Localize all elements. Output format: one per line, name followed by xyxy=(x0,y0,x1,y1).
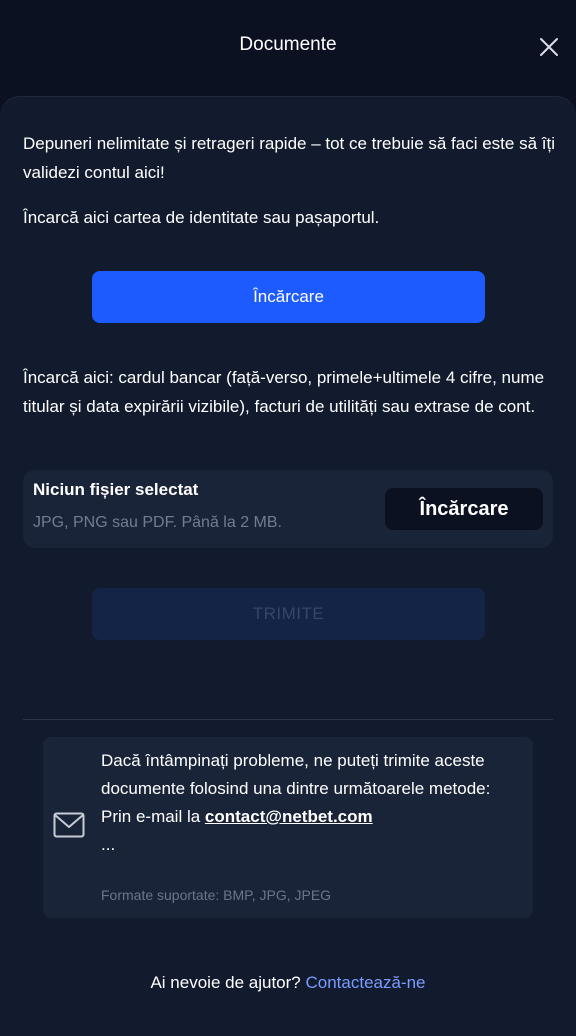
contact-text: Dacă întâmpinați probleme, ne puteți tri… xyxy=(101,747,521,859)
contact-us-link[interactable]: Contactează-ne xyxy=(305,973,425,992)
contact-email-link[interactable]: contact@netbet.com xyxy=(205,807,373,826)
page-title: Documente xyxy=(239,34,337,55)
file-upload-box: Niciun fișier selectat JPG, PNG sau PDF.… xyxy=(23,470,553,548)
bank-upload-button[interactable]: Încărcare xyxy=(385,488,543,530)
header: Documente xyxy=(0,0,576,92)
documents-panel: Depuneri nelimitate și retrageri rapide … xyxy=(0,96,576,1036)
submit-button[interactable]: TRIMITE xyxy=(92,588,485,640)
id-upload-hint: Încarcă aici cartea de identitate sau pa… xyxy=(23,208,380,227)
file-format-hint: JPG, PNG sau PDF. Până la 2 MB. xyxy=(33,514,282,531)
contact-info-box: Dacă întâmpinați probleme, ne puteți tri… xyxy=(43,737,533,918)
file-status: Niciun fișier selectat xyxy=(33,480,199,499)
close-button[interactable] xyxy=(536,34,562,60)
close-icon xyxy=(540,38,558,56)
mail-icon-wrapper xyxy=(53,812,85,838)
divider xyxy=(23,719,553,720)
bank-upload-hint: Încarcă aici: cardul bancar (față-verso,… xyxy=(23,368,545,416)
help-line: Ai nevoie de ajutor? Contactează-ne xyxy=(0,973,576,993)
contact-email-prefix: Prin e-mail la xyxy=(101,807,205,826)
contact-ellipsis: ... xyxy=(101,835,116,854)
supported-formats: Formate suportate: BMP, JPG, JPEG xyxy=(101,887,332,903)
contact-intro: Dacă întâmpinați probleme, ne puteți tri… xyxy=(101,751,491,798)
help-question: Ai nevoie de ajutor? xyxy=(150,973,301,992)
intro-text: Depuneri nelimitate și retrageri rapide … xyxy=(23,134,555,182)
mail-icon xyxy=(53,812,85,838)
id-upload-button[interactable]: Încărcare xyxy=(92,271,485,323)
